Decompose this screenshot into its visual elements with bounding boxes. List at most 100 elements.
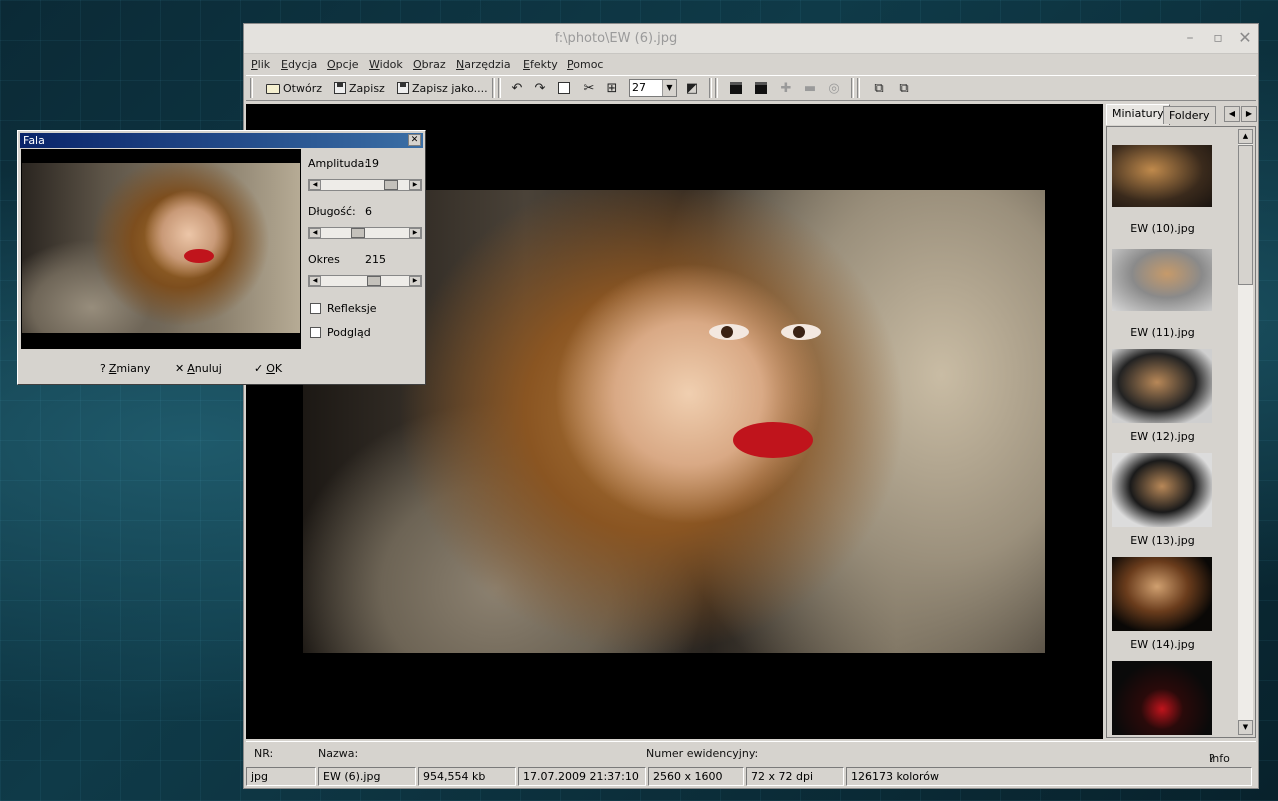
thumbnail-image[interactable] (1112, 453, 1212, 527)
windows-icon: ⧉ (899, 80, 909, 96)
slider-left-icon[interactable]: ◀ (309, 276, 321, 286)
preview-label: Podgląd (327, 326, 371, 339)
dialog-title-bar[interactable]: Fala ✕ (20, 133, 423, 148)
thumbnail-image[interactable] (1112, 145, 1212, 207)
status-format: jpg (246, 767, 316, 786)
tab-scroll-left-icon[interactable]: ◀ (1224, 106, 1240, 122)
menu-widok[interactable]: Widok (369, 58, 403, 71)
thumbnail-label: EW (10).jpg (1130, 222, 1195, 235)
select-button[interactable] (558, 79, 570, 97)
cancel-button[interactable]: ✕ Anuluj (175, 362, 222, 375)
slider-left-icon[interactable]: ◀ (309, 228, 321, 238)
toolbar-separator (492, 78, 495, 98)
reflections-checkbox[interactable] (310, 303, 321, 314)
maximize-icon[interactable]: ▫ (1210, 30, 1226, 46)
window-tile-button[interactable]: ⧉ (896, 79, 912, 97)
fill-icon (730, 82, 742, 94)
menu-opcje[interactable]: Opcje (327, 58, 359, 71)
chevron-down-icon[interactable]: ▼ (662, 80, 676, 96)
plus-icon: ✚ (780, 80, 792, 96)
amplitude-value: 19 (365, 157, 379, 170)
menu-plik[interactable]: Plik (251, 58, 270, 71)
slider-thumb[interactable] (350, 228, 365, 238)
fill-top-button[interactable] (730, 79, 742, 97)
scroll-down-icon[interactable]: ▼ (1238, 720, 1253, 735)
minimize-icon[interactable]: – (1182, 30, 1198, 46)
tab-scroll-right-icon[interactable]: ▶ (1241, 106, 1257, 122)
toolbar-separator (715, 78, 718, 98)
status-dpi: 72 x 72 dpi (746, 767, 844, 786)
rotate-right-button[interactable]: ↷ (532, 79, 548, 97)
toolbar-separator (250, 78, 253, 98)
cut-button[interactable]: ✂ (581, 79, 597, 97)
amplitude-label: Amplituda: (308, 157, 369, 170)
menu-bar: Plik Edycja Opcje Widok Obraz Narzędzia … (244, 56, 1258, 74)
slider-right-icon[interactable]: ▶ (409, 276, 421, 286)
save-as-button[interactable]: Zapisz jako.... (397, 79, 488, 97)
photo-detail (733, 422, 813, 458)
ok-button[interactable]: ✓ OK (254, 362, 282, 375)
wave-dialog: Fala ✕ Amplituda: 19 ◀ ▶ Długość: 6 ◀ ▶ … (17, 130, 426, 385)
thumbnail-image[interactable] (1112, 349, 1212, 423)
thumbnail-list: EW (10).jpg EW (11).jpg EW (12).jpg EW (… (1106, 126, 1256, 738)
window-cascade-button[interactable]: ⧉ (871, 79, 887, 97)
save-button[interactable]: Zapisz (334, 79, 385, 97)
slider-left-icon[interactable]: ◀ (309, 180, 321, 190)
toolbar-separator (851, 78, 854, 98)
thumbnail-label: EW (11).jpg (1130, 326, 1195, 339)
fill-bottom-button[interactable] (755, 79, 767, 97)
period-slider[interactable]: ◀ ▶ (308, 275, 422, 287)
add-button[interactable]: ✚ (778, 79, 794, 97)
scroll-up-icon[interactable]: ▲ (1238, 129, 1253, 144)
slider-thumb[interactable] (383, 180, 398, 190)
chart-icon: ◩ (685, 80, 699, 96)
open-button[interactable]: Otwórz (266, 79, 322, 97)
windows-icon: ⧉ (874, 80, 884, 96)
open-label: Otwórz (283, 81, 322, 95)
close-icon[interactable]: ✕ (408, 134, 421, 146)
preview-checkbox[interactable] (310, 327, 321, 338)
fit-button[interactable]: ⊞ (604, 79, 620, 97)
name-label: Nazwa: (318, 747, 359, 760)
tab-miniatury[interactable]: Miniatury (1106, 104, 1170, 125)
thumbnail-image[interactable] (1112, 557, 1212, 631)
thumbnail-image[interactable] (1112, 661, 1212, 735)
window-title: f:\photo\EW (6).jpg (554, 31, 678, 46)
thumbnail-image[interactable] (1112, 249, 1212, 311)
status-colors: 126173 kolorów (846, 767, 1252, 786)
length-label: Długość: (308, 205, 356, 218)
amplitude-slider[interactable]: ◀ ▶ (308, 179, 422, 191)
zoom-select[interactable]: 27 ▼ (629, 79, 677, 97)
folder-icon (266, 84, 280, 94)
toolbar-separator (709, 78, 712, 98)
scissors-icon: ✂ (583, 80, 595, 96)
close-icon[interactable]: ✕ (1237, 30, 1253, 46)
thumbnail-label: EW (14).jpg (1130, 638, 1195, 651)
preview-image (22, 163, 300, 333)
remove-button[interactable]: ▬ (802, 79, 818, 97)
menu-pomoc[interactable]: Pomoc (567, 58, 603, 71)
menu-efekty[interactable]: Efekty (523, 58, 558, 71)
slider-thumb[interactable] (366, 276, 381, 286)
title-bar[interactable]: f:\photo\EW (6).jpg – ▫ ✕ (244, 24, 1258, 54)
slider-right-icon[interactable]: ▶ (409, 180, 421, 190)
changes-button[interactable]: ? Zmiany (100, 362, 150, 375)
tab-foldery[interactable]: Foldery (1163, 106, 1216, 124)
histogram-button[interactable]: ◩ (684, 79, 700, 97)
save-as-label: Zapisz jako.... (412, 81, 488, 95)
length-slider[interactable]: ◀ ▶ (308, 227, 422, 239)
slider-right-icon[interactable]: ▶ (409, 228, 421, 238)
photo-detail (709, 324, 749, 340)
status-bar: jpg EW (6).jpg 954,554 kb 17.07.2009 21:… (246, 766, 1256, 788)
thumbnail-scrollbar[interactable]: ▲ ▼ (1238, 129, 1253, 735)
minus-icon: ▬ (803, 80, 817, 96)
target-icon: ◎ (828, 80, 840, 96)
rotate-left-button[interactable]: ↶ (509, 79, 525, 97)
changes-label: Zmiany (108, 362, 151, 375)
toolbar-separator (498, 78, 501, 98)
scrollbar-thumb[interactable] (1238, 145, 1253, 285)
menu-obraz[interactable]: Obraz (413, 58, 446, 71)
menu-narzedzia[interactable]: Narzędzia (456, 58, 511, 71)
menu-edycja[interactable]: Edycja (281, 58, 317, 71)
target-button[interactable]: ◎ (826, 79, 842, 97)
